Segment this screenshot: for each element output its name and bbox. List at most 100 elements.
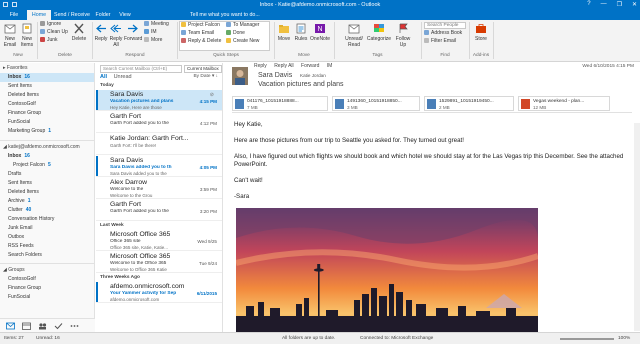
help-button[interactable]: ? [587,1,590,8]
sort-dropdown[interactable]: By Date ▾ ↓ [193,74,218,79]
group-item-finance[interactable]: Finance Group [0,284,94,293]
folder-item-drafts[interactable]: Drafts [0,170,94,179]
folder-item-outbox[interactable]: Outbox [0,233,94,242]
folder-item-inbox[interactable]: Inbox 16 [0,73,94,82]
tab-home[interactable]: Home [27,10,51,20]
list-item[interactable]: Alex Darrow Welcome to the Welcome to th… [96,178,222,199]
search-people-input[interactable]: Search People [424,22,466,29]
groups-header[interactable]: ◢ Groups [0,266,94,275]
folder-item-funsocial[interactable]: FunSocial [0,118,94,127]
attachment-item[interactable]: Vegas weekend - plan... 12 MB [518,96,610,111]
calendar-icon[interactable] [22,322,31,330]
attachments-row: 041176_10151918888... 7 MB 1491360_10151… [232,95,632,113]
filter-email-button[interactable]: Filter Email [424,38,456,45]
favorites-header[interactable]: ▸ Favorites [0,64,94,73]
maximize-button[interactable]: ❐ [617,1,622,8]
tab-folder[interactable]: Folder [92,10,114,20]
junk-button[interactable]: Junk [40,37,58,44]
reading-scrollbar[interactable] [634,123,640,331]
reply-all-action[interactable]: Reply All [274,63,293,69]
date-group-three-weeks-ago[interactable]: Three Weeks Ago [96,274,222,282]
quick-step-project-falcon[interactable]: Project Falcon [181,22,220,29]
address-book-button[interactable]: Address Book [424,30,462,37]
list-item[interactable]: Microsoft Office 365 Welcome to the Offi… [96,252,222,273]
im-action[interactable]: IM [327,63,333,69]
folder-label: Outbox [8,234,25,240]
folder-item-clutter[interactable]: Clutter 40 [0,206,94,215]
reply-action[interactable]: Reply [254,63,267,69]
list-item[interactable]: Microsoft Office 365 Office 365 site Off… [96,230,222,251]
reply-button[interactable]: Reply [94,23,108,42]
people-icon[interactable] [38,322,47,330]
quick-step-to-manager[interactable]: To Manager [226,22,259,29]
folder-item-marketing[interactable]: Marketing Group 1 [0,127,94,136]
categorize-button[interactable]: Categorize [366,23,392,42]
folder-item-contosogolf[interactable]: ContosoGolf [0,100,94,109]
folder-item-inbox-account[interactable]: Inbox 16 [0,152,94,161]
folder-item-conversation-history[interactable]: Conversation History [0,215,94,224]
attachment-item[interactable]: 1529891_10151919450... 2 MB [424,96,514,111]
clean-up-button[interactable]: Clean Up [40,29,68,36]
message-recipient[interactable]: Katie Jordan [300,73,326,78]
rules-button[interactable]: Rules [293,23,309,42]
search-scope-dropdown[interactable]: Current Mailbox [184,65,222,73]
im-icon [144,29,149,34]
folder-item-rss[interactable]: RSS Feeds [0,242,94,251]
quick-step-reply-delete[interactable]: Reply & Delete [181,38,221,45]
attachment-item[interactable]: 041176_10151918888... 7 MB [232,96,328,111]
group-item-contosogolf[interactable]: ContosoGolf [0,275,94,284]
folder-item-deleted[interactable]: Deleted Items [0,91,94,100]
filter-all-tab[interactable]: All [100,74,107,80]
delete-button[interactable]: Delete [70,23,88,42]
move-button[interactable]: Move [276,23,292,42]
follow-up-button[interactable]: Follow Up [393,23,413,48]
zoom-slider[interactable] [560,338,614,340]
quick-step-done[interactable]: Done [226,30,245,37]
folder-item-junk[interactable]: Junk Email [0,224,94,233]
folder-item-deleted-account[interactable]: Deleted Items [0,188,94,197]
quick-step-create-new[interactable]: Create New [226,38,259,45]
list-item[interactable]: afdemo.onmicrosoft.com Your Yammer activ… [96,282,222,303]
tab-send-receive[interactable]: Send / Receive [53,10,91,20]
store-button[interactable]: Store [472,23,490,42]
list-item[interactable]: Katie Jordan: Garth Fort... Garth Fort: … [96,134,222,155]
list-item[interactable]: Sara Davis Vacation pictures and plans H… [96,90,222,111]
forward-action[interactable]: Forward [301,63,319,69]
attachment-item[interactable]: 1491360_10151918850... 3 MB [332,96,420,111]
message-sender[interactable]: Sara Davis [258,72,292,79]
close-button[interactable]: ✕ [632,1,637,8]
tell-me-box[interactable]: Tell me what you want to do... [190,11,260,19]
list-item[interactable]: Garth Fort Garth Fort added you to the 4… [96,112,222,133]
reply-all-button[interactable]: Reply All [109,23,123,48]
folder-item-project-falcon[interactable]: Project Falcon 5 [0,161,94,170]
ignore-button[interactable]: Ignore [40,21,61,28]
date-group-today[interactable]: Today [96,82,222,90]
folder-item-sent-account[interactable]: Sent Items [0,179,94,188]
account-header[interactable]: ◢ katiej@afdemo.onmicrosoft.com [0,143,94,152]
tab-view[interactable]: View [115,10,135,20]
group-item-funsocial[interactable]: FunSocial [0,293,94,302]
forward-button[interactable]: Forward [124,23,142,42]
unread-read-button[interactable]: Unread/ Read [343,23,365,48]
list-item[interactable]: Sara Davis Sara Davis added you to th Sa… [96,156,222,177]
new-email-button[interactable]: New Email [2,23,18,48]
im-button[interactable]: IM [144,29,157,36]
mailbox-search-input[interactable]: Search Current Mailbox (Ctrl+E) [100,65,182,73]
more-options-icon[interactable] [70,322,79,330]
tasks-icon[interactable] [54,322,63,330]
tab-file[interactable]: File [4,10,24,20]
folder-item-archive[interactable]: Archive 1 [0,197,94,206]
minimize-button[interactable]: — [601,1,607,8]
date-group-last-week[interactable]: Last Week [96,222,222,230]
filter-unread-tab[interactable]: Unread [114,74,132,80]
list-item[interactable]: Garth Fort Garth Fort added you to the 3… [96,200,222,221]
more-respond-button[interactable]: More [144,37,162,44]
mail-icon[interactable] [6,322,15,330]
folder-item-sent[interactable]: Sent Items [0,82,94,91]
meeting-button[interactable]: Meeting [144,21,169,28]
quick-step-team-email[interactable]: Team Email [181,30,214,37]
folder-item-finance[interactable]: Finance Group [0,109,94,118]
new-items-button[interactable]: New Items [19,23,35,48]
folder-item-search-folders[interactable]: Search Folders [0,251,94,260]
onenote-button[interactable]: N OneNote [310,23,330,42]
